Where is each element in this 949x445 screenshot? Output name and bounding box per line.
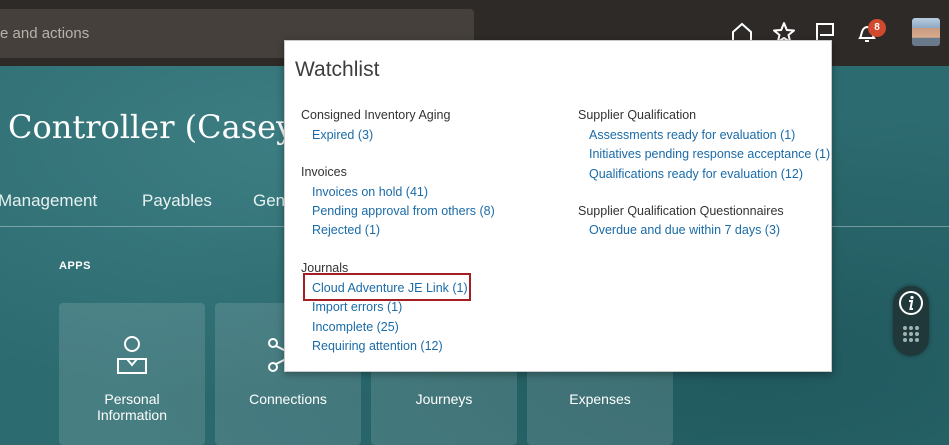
nav-tab-payables[interactable]: Payables (142, 191, 212, 211)
tile-label: Journeys (415, 391, 473, 407)
link-cloud-adventure-je[interactable]: Cloud Adventure JE Link (1) (312, 281, 468, 295)
watchlist-title: Watchlist (295, 58, 380, 81)
apps-section-label: APPS (59, 260, 91, 272)
link-pending-approval[interactable]: Pending approval from others (8) (312, 204, 495, 218)
info-icon[interactable] (898, 290, 924, 316)
search-placeholder: e and actions (0, 25, 90, 42)
heading-supplier-qualification-questionnaires: Supplier Qualification Questionnaires (578, 204, 784, 218)
notifications-badge: 8 (868, 19, 886, 37)
tile-label: Connections (249, 391, 327, 407)
nav-tab-general[interactable]: Gen (253, 191, 285, 211)
tile-label-line1: Personal (104, 391, 160, 407)
link-invoices-on-hold[interactable]: Invoices on hold (41) (312, 185, 428, 199)
link-rejected[interactable]: Rejected (1) (312, 223, 380, 237)
link-incomplete[interactable]: Incomplete (25) (312, 320, 399, 334)
link-expired[interactable]: Expired (3) (312, 128, 373, 142)
tile-label-line2: Information (96, 407, 168, 423)
user-avatar[interactable] (912, 18, 940, 46)
watchlist-popup: Watchlist Consigned Inventory Aging Expi… (284, 40, 832, 372)
link-import-errors[interactable]: Import errors (1) (312, 300, 402, 314)
page-title: Controller (Casey (8, 108, 295, 146)
grid-dots-icon[interactable] (901, 324, 921, 344)
heading-consigned-inventory-aging: Consigned Inventory Aging (301, 108, 451, 122)
person-icon (117, 336, 147, 374)
link-initiatives-pending[interactable]: Initiatives pending response acceptance … (589, 147, 830, 161)
heading-supplier-qualification: Supplier Qualification (578, 108, 697, 122)
link-qualifications-ready[interactable]: Qualifications ready for evaluation (12) (589, 167, 803, 181)
tile-label: Expenses (569, 391, 631, 407)
side-help-panel (893, 286, 929, 356)
app-tile-personal-information[interactable]: Personal Information (59, 303, 205, 445)
heading-invoices: Invoices (301, 165, 347, 179)
link-assessments-ready[interactable]: Assessments ready for evaluation (1) (589, 128, 795, 142)
link-overdue-and-due[interactable]: Overdue and due within 7 days (3) (589, 223, 780, 237)
link-requiring-attention[interactable]: Requiring attention (12) (312, 339, 443, 353)
nav-tab-management[interactable]: Management (0, 191, 97, 211)
